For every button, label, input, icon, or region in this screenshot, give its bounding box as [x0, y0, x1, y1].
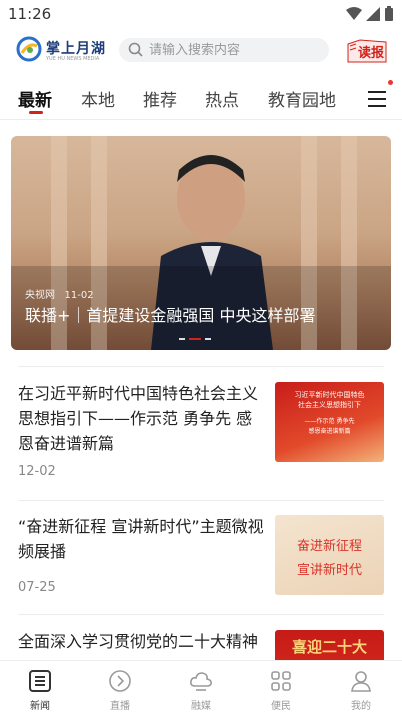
tab-recommended[interactable]: 推荐 [143, 86, 177, 111]
carousel-dot-active[interactable] [189, 338, 201, 340]
battery-icon [385, 6, 393, 21]
category-tabs: 最新 本地 推荐 热点 教育园地 [0, 80, 402, 120]
search-input[interactable] [149, 38, 319, 62]
thumb-text: 感恩奋进谱新篇 [308, 428, 351, 435]
notification-dot [388, 80, 393, 85]
nav-media-label: 融媒 [191, 701, 211, 712]
signal-icon [366, 6, 380, 21]
nav-news-label: 新闻 [30, 701, 50, 712]
thumb-text: 习近平新时代中国特色 [294, 391, 365, 399]
thumb-text: 社会主义思想指引下 [298, 401, 361, 409]
status-bar: 11:26 [0, 0, 402, 28]
bottom-navigation: 新闻 直播 融媒 便民 我的 [0, 660, 402, 714]
nav-media[interactable]: 融媒 [171, 661, 231, 714]
logo-mark-icon [16, 36, 42, 62]
news-item[interactable]: 全面深入学习贯彻党的二十大精神 喜迎二十大 [18, 614, 384, 660]
thumb-text: 奋进新征程 [296, 539, 362, 554]
search-icon [128, 42, 143, 57]
carousel-dot[interactable] [179, 338, 185, 340]
status-icons [346, 6, 394, 21]
news-thumbnail: 喜迎二十大 [275, 630, 384, 660]
hero-source: 央视网 [25, 290, 55, 301]
nav-services[interactable]: 便民 [251, 661, 311, 714]
user-icon [351, 671, 371, 692]
grid-icon [271, 671, 291, 691]
nav-news[interactable]: 新闻 [10, 661, 70, 714]
menu-icon [368, 91, 386, 93]
tab-education[interactable]: 教育园地 [268, 86, 336, 111]
active-tab-indicator [29, 111, 43, 114]
read-paper-button[interactable]: 读报 [344, 38, 388, 64]
app-logo[interactable]: 掌上月湖 YUE HU NEWS MEDIA [16, 36, 112, 66]
news-item[interactable]: 在习近平新时代中国特色社会主义思想指引下——作示范 勇争先 感恩奋进谱新篇 12… [18, 366, 384, 500]
news-title: “奋进新征程 宣讲新时代”主题微视频展播 [18, 517, 264, 561]
cloud-icon [190, 672, 212, 691]
hero-date: 11-02 [64, 290, 94, 301]
news-item[interactable]: “奋进新征程 宣讲新时代”主题微视频展播 07-25 奋进新征程 宣讲新时代 [18, 500, 384, 614]
hero-banner[interactable]: 央视网 11-02 联播+｜首提建设金融强国 中央这样部署 [11, 136, 391, 350]
play-icon [109, 670, 131, 692]
menu-button[interactable] [366, 88, 390, 110]
logo-text: 掌上月湖 [46, 41, 106, 57]
divider [18, 500, 384, 501]
menu-icon-bar [368, 98, 386, 100]
nav-live[interactable]: 直播 [90, 661, 150, 714]
carousel-dots [179, 338, 211, 340]
search-bar[interactable] [119, 38, 329, 62]
nav-services-label: 便民 [271, 701, 291, 712]
nav-live-label: 直播 [110, 701, 130, 712]
tab-latest[interactable]: 最新 [18, 86, 52, 111]
news-thumbnail: 奋进新征程 宣讲新时代 [275, 515, 384, 595]
thumb-text: 宣讲新时代 [296, 563, 362, 578]
app-header: 掌上月湖 YUE HU NEWS MEDIA 读报 [0, 32, 402, 68]
read-paper-label: 读报 [358, 46, 385, 61]
news-title: 全面深入学习贯彻党的二十大精神 [18, 632, 259, 651]
carousel-dot[interactable] [205, 338, 211, 340]
hero-meta: 央视网 11-02 [25, 286, 94, 301]
news-date: 07-25 [18, 580, 56, 595]
news-title: 在习近平新时代中国特色社会主义思想指引下——作示范 勇争先 感恩奋进谱新篇 [18, 384, 259, 453]
tab-local[interactable]: 本地 [81, 86, 115, 111]
status-time: 11:26 [8, 5, 52, 23]
menu-icon-bar [368, 105, 386, 107]
nav-profile-label: 我的 [351, 701, 371, 712]
tab-hot[interactable]: 热点 [205, 86, 239, 111]
wifi-icon [346, 6, 362, 20]
news-icon [29, 670, 51, 692]
divider [18, 366, 384, 367]
hero-title: 联播+｜首提建设金融强国 中央这样部署 [25, 306, 316, 325]
logo-subtext: YUE HU NEWS MEDIA [46, 56, 100, 62]
divider [18, 614, 384, 615]
news-thumbnail: 习近平新时代中国特色 社会主义思想指引下 ——作示范 勇争先 感恩奋进谱新篇 [275, 382, 384, 462]
nav-profile[interactable]: 我的 [331, 661, 391, 714]
thumb-text: 喜迎二十大 [291, 638, 367, 656]
thumb-text: ——作示范 勇争先 [304, 418, 355, 425]
news-date: 12-02 [18, 464, 56, 479]
